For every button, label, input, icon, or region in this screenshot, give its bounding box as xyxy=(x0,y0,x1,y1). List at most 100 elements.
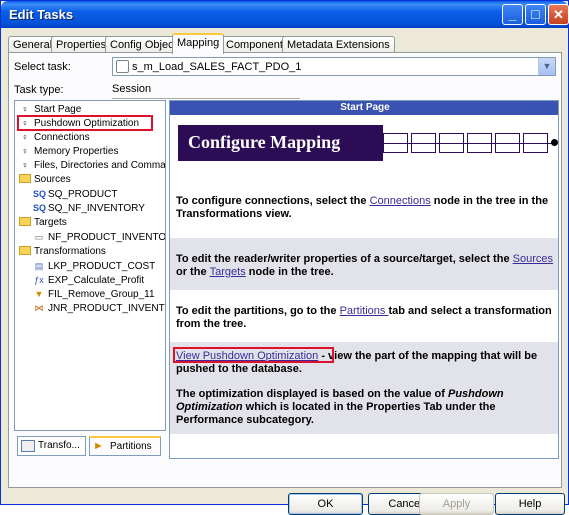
tree-item-label: Sources xyxy=(34,174,71,185)
sources-link[interactable]: Sources xyxy=(513,253,553,265)
tree-item-label: Transformations xyxy=(34,246,106,257)
banner-square xyxy=(495,133,520,153)
tree-item-start-page[interactable]: ♀ Start Page xyxy=(19,102,82,116)
tree-item-label: Targets xyxy=(34,217,67,228)
tab-general[interactable]: General xyxy=(8,36,58,53)
edit-tasks-window: Edit Tasks _ □ ✕ General Properties Conf… xyxy=(0,0,569,515)
expression-icon: ƒx xyxy=(34,275,44,285)
tree-item-label: FIL_Remove_Group_11 xyxy=(48,289,155,300)
tree-item-label: NF_PRODUCT_INVENTOR xyxy=(48,232,166,243)
source-qualifier-icon: SQ xyxy=(33,203,47,213)
tree-item-label: SQ_NF_INVENTORY xyxy=(48,203,145,214)
folder-icon xyxy=(19,174,31,183)
tab-mapping[interactable]: Mapping xyxy=(172,33,225,54)
tree-item-label: Files, Directories and Commar xyxy=(34,160,166,171)
tree-item-transformations[interactable]: Transformations xyxy=(19,245,106,259)
node-icon: ♀ xyxy=(21,146,29,156)
tree-item-label: SQ_PRODUCT xyxy=(48,189,118,200)
section-text: or the xyxy=(176,266,210,278)
tab-transformations-label: Transfo... xyxy=(38,440,80,451)
close-button[interactable]: ✕ xyxy=(548,4,569,25)
maximize-icon: □ xyxy=(531,6,540,22)
window-title: Edit Tasks xyxy=(9,7,74,22)
select-task-label: Select task: xyxy=(14,61,71,73)
select-task-value: s_m_Load_SALES_FACT_PDO_1 xyxy=(132,61,302,73)
tab-partitions[interactable]: ► Partitions xyxy=(89,436,161,456)
tree-item-label: Start Page xyxy=(34,104,82,115)
chevron-down-icon[interactable]: ▼ xyxy=(538,58,555,75)
node-icon: ♀ xyxy=(21,104,29,114)
section-connections: To configure connections, select the Con… xyxy=(170,194,558,238)
filter-icon: ▼ xyxy=(34,289,44,299)
section-text: node in the tree. xyxy=(245,266,334,278)
transformations-icon xyxy=(21,440,35,452)
task-type-label: Task type: xyxy=(14,84,64,96)
tree-item-label: Memory Properties xyxy=(34,146,119,157)
tree-item-lkp-product-cost[interactable]: ▤ LKP_PRODUCT_COST xyxy=(33,259,156,273)
select-task-dropdown[interactable]: s_m_Load_SALES_FACT_PDO_1 ▼ xyxy=(112,57,556,76)
partitions-icon: ► xyxy=(93,440,104,452)
tree-item-targets[interactable]: Targets xyxy=(19,216,67,230)
tree-item-sq-product[interactable]: SQ SQ_PRODUCT xyxy=(33,187,117,201)
section-sources-targets: To edit the reader/writer properties of … xyxy=(170,238,558,290)
tab-metadata-extensions[interactable]: Metadata Extensions xyxy=(282,36,395,53)
task-type-value: Session xyxy=(112,83,152,95)
banner-dot xyxy=(551,139,558,146)
help-button[interactable]: Help xyxy=(495,493,565,515)
connections-link[interactable]: Connections xyxy=(370,195,431,207)
banner-square xyxy=(439,133,464,153)
section-text: To edit the partitions, go to the xyxy=(176,305,340,317)
banner-square xyxy=(411,133,436,153)
tab-transformations[interactable]: Transfo... xyxy=(17,436,86,456)
tree-item-nf-product-inventory[interactable]: ▭ NF_PRODUCT_INVENTOR xyxy=(33,230,166,244)
tree-view-tabs: Transfo... ► Partitions xyxy=(14,433,166,459)
tab-properties[interactable]: Properties xyxy=(51,36,112,53)
source-qualifier-icon: SQ xyxy=(33,189,47,199)
minimize-button[interactable]: _ xyxy=(502,4,523,25)
tree-item-label: JNR_PRODUCT_INVENTO xyxy=(48,303,166,314)
tree-item-fil-remove-group[interactable]: ▼ FIL_Remove_Group_11 xyxy=(33,287,155,301)
section-text: The optimization displayed is based on t… xyxy=(176,388,448,400)
close-icon: ✕ xyxy=(553,7,564,22)
pushdown-note: The optimization displayed is based on t… xyxy=(176,388,554,427)
tree-item-memory-properties[interactable]: ♀ Memory Properties xyxy=(19,144,119,158)
tab-partitions-label: Partitions xyxy=(110,441,152,452)
task-type-field: Session xyxy=(112,81,300,99)
tree-item-sq-nf-inventory[interactable]: SQ SQ_NF_INVENTORY xyxy=(33,201,145,215)
tree-item-label: LKP_PRODUCT_COST xyxy=(48,261,156,272)
tree-item-label: Connections xyxy=(34,132,90,143)
session-icon xyxy=(116,60,129,73)
target-icon: ▭ xyxy=(34,232,44,242)
mapping-tree[interactable]: ♀ Start Page ♀ Pushdown Optimization ♀ Conn… xyxy=(14,100,166,431)
section-partitions: To edit the partitions, go to the Partit… xyxy=(170,290,558,342)
targets-link[interactable]: Targets xyxy=(210,266,246,278)
node-icon: ♀ xyxy=(21,160,29,170)
minimize-icon: _ xyxy=(508,6,517,22)
node-icon: ♀ xyxy=(21,132,29,142)
mapping-panel: Select task: s_m_Load_SALES_FACT_PDO_1 ▼… xyxy=(8,52,562,488)
lookup-icon: ▤ xyxy=(34,261,44,271)
start-page-content: Start Page Configure Mapping To configur… xyxy=(169,100,559,459)
ok-button[interactable]: OK xyxy=(288,493,363,515)
folder-icon xyxy=(19,246,31,255)
tree-item-sources[interactable]: Sources xyxy=(19,173,71,187)
start-page-header: Start Page xyxy=(170,101,558,115)
folder-icon xyxy=(19,217,31,226)
section-text: To edit the reader/writer properties of … xyxy=(176,253,513,265)
tree-item-connections[interactable]: ♀ Connections xyxy=(19,130,90,144)
joiner-icon: ⋈ xyxy=(34,303,44,313)
banner-square xyxy=(467,133,492,153)
tree-item-exp-calculate-profit[interactable]: ƒx EXP_Calculate_Profit xyxy=(33,273,144,287)
tree-item-jnr-product-inventory[interactable]: ⋈ JNR_PRODUCT_INVENTO xyxy=(33,301,166,315)
banner-square xyxy=(383,133,408,153)
tab-config-object[interactable]: Config Object xyxy=(105,36,182,53)
maximize-button[interactable]: □ xyxy=(525,4,546,25)
apply-button[interactable]: Apply xyxy=(419,493,494,515)
view-pushdown-highlight xyxy=(173,347,334,363)
tree-item-files-directories[interactable]: ♀ Files, Directories and Commar xyxy=(19,158,166,172)
title-bar[interactable]: Edit Tasks _ □ ✕ xyxy=(1,1,569,28)
configure-mapping-banner: Configure Mapping xyxy=(178,125,383,161)
section-text: To configure connections, select the xyxy=(176,195,370,207)
partitions-link[interactable]: Partitions xyxy=(340,305,389,317)
pushdown-highlight xyxy=(17,115,153,131)
